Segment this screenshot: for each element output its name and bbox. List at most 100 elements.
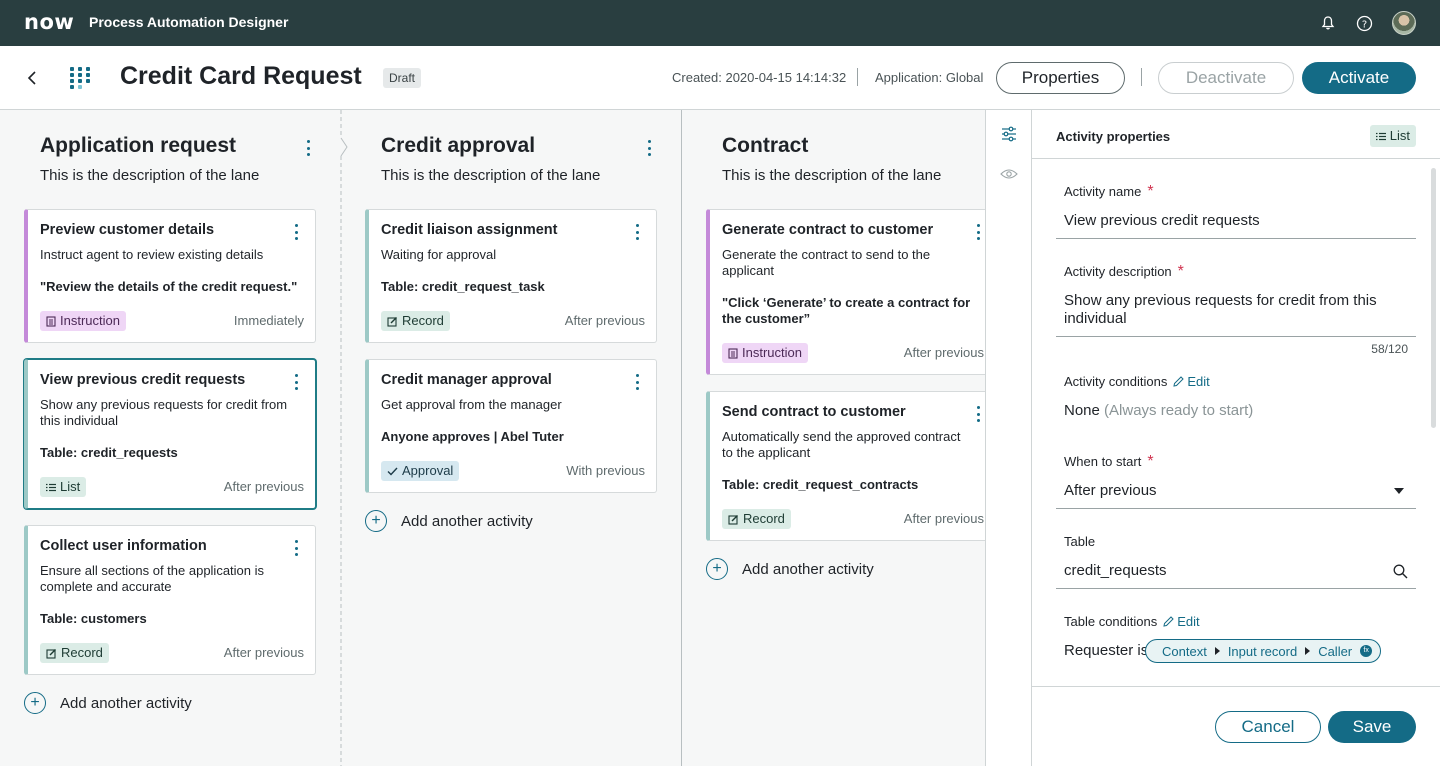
deactivate-button[interactable]: Deactivate — [1158, 62, 1294, 94]
activity-card[interactable]: Preview customer details Instruct agent … — [24, 209, 316, 343]
card-title: Generate contract to customer — [722, 222, 934, 238]
tag-label: Instruction — [742, 345, 802, 360]
activate-button[interactable]: Activate — [1302, 62, 1416, 94]
divider — [857, 68, 858, 86]
card-menu-icon[interactable] — [634, 224, 640, 240]
card-description-line: Generate the contract to send to the — [722, 247, 931, 262]
when-to-start: After previous — [564, 313, 645, 328]
lane-divider — [681, 110, 682, 766]
activity-card[interactable]: Collect user information Ensure all sect… — [24, 525, 316, 675]
add-activity-button[interactable]: + Add another activity — [24, 692, 192, 714]
lane-menu-icon[interactable] — [305, 140, 311, 156]
record-edit-icon — [387, 316, 397, 327]
edit-conditions-link[interactable]: Edit — [1173, 374, 1210, 389]
card-description-line: Show any previous requests for credit fr… — [40, 397, 288, 412]
add-activity-button[interactable]: + Add another activity — [365, 510, 533, 532]
card-description-line: this individual — [40, 413, 119, 428]
help-icon[interactable]: ? — [1354, 13, 1374, 33]
table-input[interactable]: credit_requests — [1064, 562, 1167, 580]
card-menu-icon[interactable] — [293, 374, 299, 390]
when-to-start: After previous — [903, 345, 984, 360]
search-icon[interactable] — [1393, 564, 1408, 584]
lane-description: This is the description of the lane — [40, 167, 260, 184]
lane-divider — [340, 110, 348, 766]
avatar[interactable] — [1392, 11, 1416, 35]
filter-settings-icon[interactable] — [1001, 126, 1017, 147]
card-detail: Table: credit_request_task — [381, 279, 545, 294]
list-icon — [46, 483, 56, 491]
bell-icon[interactable] — [1318, 13, 1338, 33]
data-pill[interactable]: Context Input record Caller fx — [1145, 639, 1382, 663]
card-menu-icon[interactable] — [293, 540, 299, 556]
when-to-start: With previous — [566, 463, 645, 478]
card-menu-icon[interactable] — [634, 374, 640, 390]
back-arrow-icon[interactable] — [24, 68, 42, 88]
conditions-value: None — [1064, 402, 1100, 419]
edit-table-conditions-link[interactable]: Edit — [1163, 614, 1200, 629]
activity-type-tag: Approval — [381, 461, 460, 481]
input-underline — [1056, 508, 1416, 509]
activity-type-tag: List — [40, 477, 87, 497]
card-menu-icon[interactable] — [975, 406, 981, 422]
card-menu-icon[interactable] — [293, 224, 299, 240]
properties-button[interactable]: Properties — [996, 62, 1125, 94]
add-activity-button[interactable]: + Add another activity — [706, 558, 874, 580]
card-description: Show any previous requests for credit fr… — [40, 397, 287, 429]
lane-menu-icon[interactable] — [646, 140, 652, 156]
when-to-start-label: When to start * — [1064, 453, 1154, 469]
pill-segment: Input record — [1227, 643, 1298, 659]
list-icon — [1375, 132, 1386, 140]
activity-card[interactable]: Credit liaison assignment Waiting for ap… — [365, 209, 657, 343]
process-flow-icon — [67, 65, 93, 91]
required-asterisk-icon: * — [1177, 262, 1184, 280]
instruction-icon — [46, 315, 56, 327]
card-description: Get approval from the manager — [381, 397, 562, 412]
activity-type-tag: Instruction — [40, 311, 126, 331]
lane-title: Contract — [722, 134, 809, 157]
plus-icon: + — [706, 558, 728, 580]
input-underline — [1056, 238, 1416, 239]
activity-card[interactable]: Generate contract to customer Generate t… — [706, 209, 985, 375]
activity-description-input[interactable]: Show any previous requests for credit fr… — [1064, 292, 1377, 328]
now-logo[interactable]: now — [24, 12, 74, 33]
activity-name-input[interactable]: View previous credit requests — [1064, 212, 1260, 230]
activity-name-label: Activity name * — [1064, 183, 1154, 199]
activity-card[interactable]: Credit manager approval Get approval fro… — [365, 359, 657, 493]
when-to-start: After previous — [223, 479, 304, 494]
top-nav-bar: now Process Automation Designer ? — [0, 0, 1440, 46]
application-scope: Application: Global — [875, 70, 984, 85]
activity-properties-panel: Activity properties List Activity name * … — [1032, 110, 1440, 766]
card-menu-icon[interactable] — [975, 224, 981, 240]
requester-label: Requester is — [1064, 642, 1149, 659]
card-description-line: Ensure all sections of the application i… — [40, 563, 265, 578]
description-line: individual — [1064, 310, 1127, 327]
created-timestamp: Created: 2020-04-15 14:14:32 — [672, 70, 847, 85]
card-description: Generate the contract to send to the app… — [722, 247, 930, 279]
lane-description: This is the description of the lane — [722, 167, 942, 184]
cancel-button[interactable]: Cancel — [1215, 711, 1321, 743]
activity-card[interactable]: Send contract to customer Automatically … — [706, 391, 985, 541]
function-icon[interactable]: fx — [1360, 645, 1373, 657]
label-text: Activity description — [1064, 264, 1172, 279]
tag-label: Record — [402, 313, 444, 328]
card-description: Ensure all sections of the application i… — [40, 563, 264, 595]
eye-icon[interactable] — [1000, 167, 1018, 185]
divider — [1141, 68, 1142, 86]
activity-card-selected[interactable]: View previous credit requests Show any p… — [24, 359, 316, 509]
activity-type-tag: Instruction — [722, 343, 808, 363]
dropdown-caret-icon[interactable] — [1394, 488, 1404, 494]
pencil-icon — [1163, 616, 1174, 627]
save-button[interactable]: Save — [1328, 711, 1416, 743]
scrollbar[interactable] — [1431, 168, 1436, 428]
pill-arrow-icon — [1305, 647, 1311, 655]
panel-body: Activity name * View previous credit requ… — [1056, 160, 1416, 686]
card-description: Waiting for approval — [381, 247, 497, 262]
lane-title: Credit approval — [381, 134, 536, 157]
activity-type-tag: Record — [381, 311, 450, 331]
add-activity-label: Add another activity — [401, 512, 533, 530]
tag-label: Approval — [402, 463, 454, 478]
card-description-line: complete and accurate — [40, 579, 172, 594]
when-to-start-select[interactable]: After previous — [1064, 482, 1157, 500]
character-counter: 58/120 — [1371, 342, 1408, 356]
tag-label: Record — [743, 511, 785, 526]
